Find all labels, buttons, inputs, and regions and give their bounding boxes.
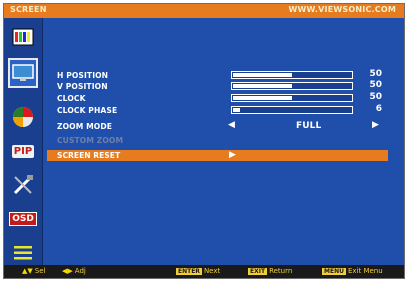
setup-tools-icon	[13, 175, 33, 195]
zoom-left-arrow-icon[interactable]: ◀	[228, 120, 235, 130]
clock-label: CLOCK	[57, 94, 86, 103]
help-bar: ▲▼ Sel ◀▶ Adj ENTER Next EXIT Return MENU Exi…	[4, 265, 404, 278]
hint-next: ENTER Next	[176, 267, 220, 275]
v-position-label: V POSITION	[57, 82, 108, 91]
osd-icon: OSD	[9, 212, 37, 226]
v-position-value: 50	[369, 80, 382, 90]
exit-key-icon: EXIT	[248, 268, 268, 275]
clock-slider[interactable]	[231, 94, 353, 102]
tab-pip[interactable]: PIP	[8, 136, 38, 166]
tab-osd[interactable]: OSD	[8, 204, 38, 234]
tab-menu[interactable]	[8, 238, 38, 268]
monitor-screen-icon	[12, 64, 34, 81]
v-position-fill	[233, 84, 292, 88]
hint-return: EXIT Return	[248, 267, 292, 275]
screen-reset-arrow-icon: ▶	[229, 150, 236, 160]
screen-reset-row[interactable]: SCREEN RESET ▶	[47, 150, 388, 161]
tab-setup[interactable]	[8, 170, 38, 200]
h-position-fill	[233, 73, 292, 77]
title-bar: SCREEN WWW.VIEWSONIC.COM	[4, 4, 404, 18]
clock-phase-label: CLOCK PHASE	[57, 106, 118, 115]
menu-key-icon: MENU	[322, 268, 346, 275]
hint-exit-menu: MENU Exit Menu	[322, 267, 383, 275]
hint-next-label: Next	[203, 267, 221, 275]
tab-screen[interactable]	[8, 58, 38, 88]
menu-title: SCREEN	[10, 5, 47, 14]
custom-zoom-label: CUSTOM ZOOM	[57, 136, 124, 145]
screen-reset-label: SCREEN RESET	[57, 151, 121, 160]
clock-value: 50	[369, 92, 382, 102]
h-position-slider[interactable]	[231, 71, 353, 79]
hint-return-label: Return	[269, 267, 293, 275]
sel-key-icon: ▲▼	[22, 267, 33, 275]
h-position-label: H POSITION	[57, 71, 109, 80]
color-bars-icon	[12, 28, 34, 46]
clock-fill	[233, 96, 292, 100]
adj-key-icon: ◀▶	[62, 267, 73, 275]
tab-color-bars[interactable]	[8, 22, 38, 52]
hint-adj: ◀▶ Adj	[62, 267, 86, 275]
category-sidebar: PIP OSD	[4, 18, 43, 267]
menu-lines-icon	[14, 246, 32, 260]
brand-url: WWW.VIEWSONIC.COM	[288, 5, 396, 14]
tab-color[interactable]	[8, 102, 38, 132]
clock-phase-fill	[233, 108, 240, 112]
zoom-mode-value[interactable]: FULL	[296, 121, 321, 131]
osd-menu-window: SCREEN WWW.VIEWSONIC.COM PIP OSD H POSIT…	[3, 3, 405, 279]
zoom-right-arrow-icon[interactable]: ▶	[372, 120, 379, 130]
h-position-value: 50	[369, 69, 382, 79]
zoom-mode-label: ZOOM MODE	[57, 122, 113, 131]
v-position-slider[interactable]	[231, 82, 353, 90]
enter-key-icon: ENTER	[176, 268, 202, 275]
hint-sel: ▲▼ Sel	[22, 267, 45, 275]
hint-sel-label: Sel	[34, 267, 46, 275]
pip-icon: PIP	[11, 144, 35, 158]
clock-phase-value: 6	[375, 104, 382, 114]
hint-exit-menu-label: Exit Menu	[347, 267, 383, 275]
color-palette-icon	[13, 107, 33, 127]
clock-phase-slider[interactable]	[231, 106, 353, 114]
hint-adj-label: Adj	[74, 267, 86, 275]
